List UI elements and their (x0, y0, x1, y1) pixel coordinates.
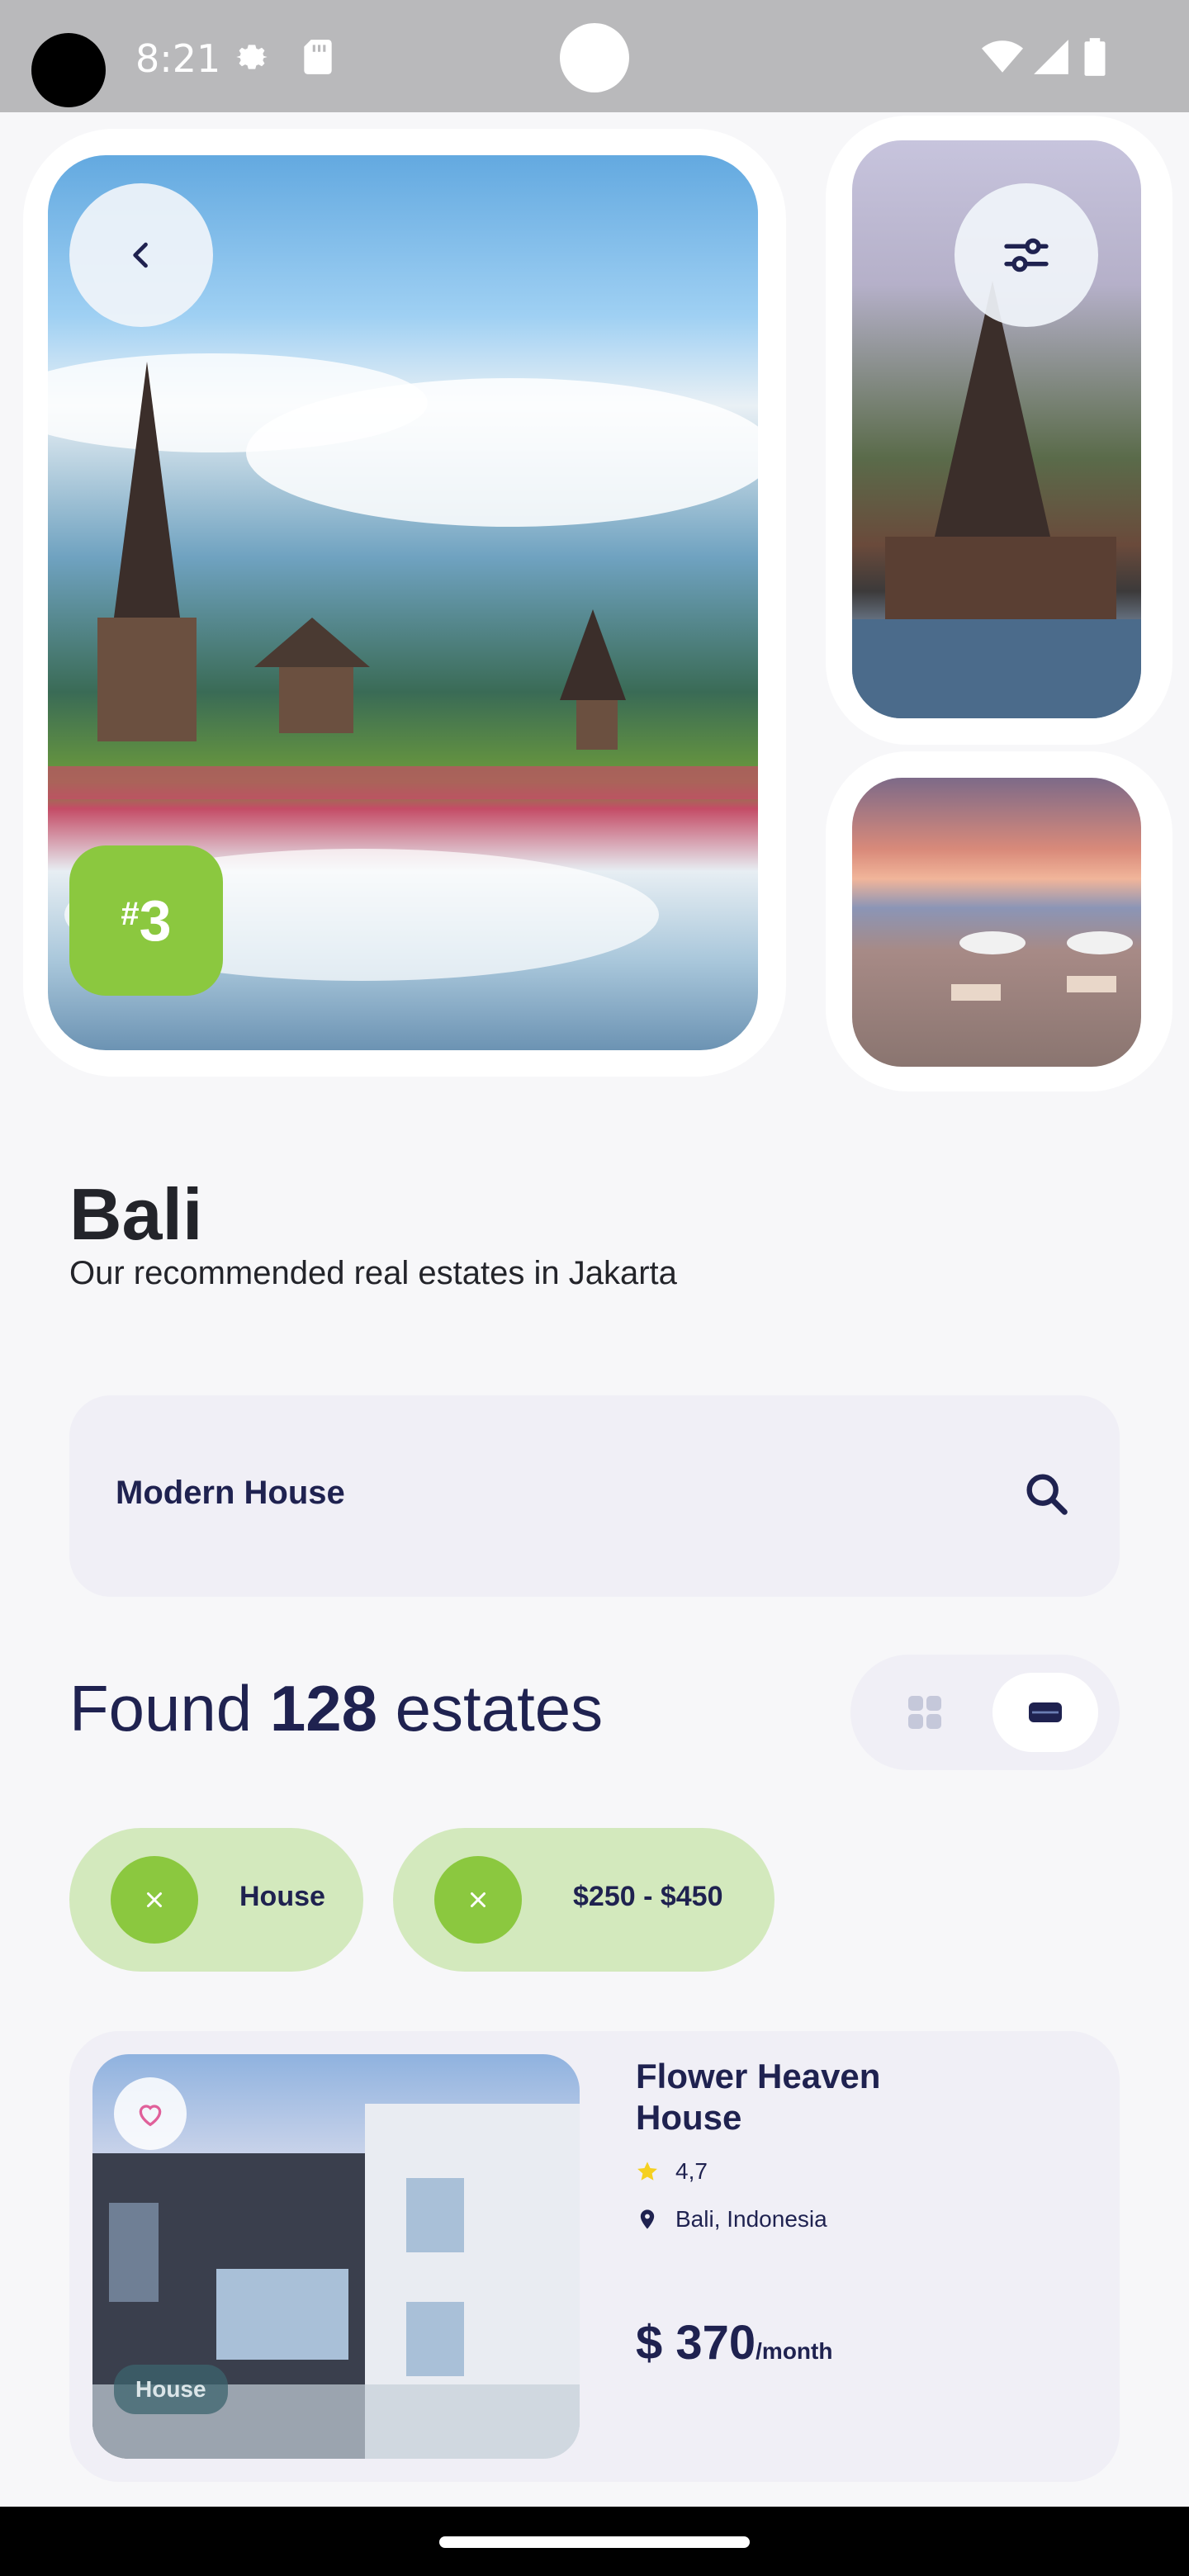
list-view-button[interactable] (992, 1673, 1098, 1752)
view-toggle (850, 1655, 1120, 1770)
location-text: Bali, Indonesia (675, 2206, 827, 2232)
listing-location: Bali, Indonesia (636, 2206, 827, 2233)
gear-icon (236, 45, 268, 69)
sd-card-icon (304, 40, 332, 74)
heart-icon (139, 2105, 162, 2127)
wifi-icon (982, 40, 1023, 73)
list-icon (1029, 1702, 1062, 1722)
results-prefix: Found (69, 1672, 270, 1745)
rank-badge: # 3 (69, 845, 223, 996)
status-bar: 8:21 (0, 0, 1189, 112)
star-icon (637, 2162, 657, 2181)
camera-cutout (31, 33, 106, 107)
navigation-bar (0, 2507, 1189, 2576)
status-time: 8:21 (135, 36, 221, 81)
filter-chip-price[interactable]: $250 - $450 (393, 1828, 775, 1972)
listing-photo: House (92, 2054, 580, 2459)
results-suffix: estates (377, 1672, 604, 1745)
page-title: Bali (69, 1173, 203, 1255)
side-photo-beach[interactable] (852, 778, 1141, 1067)
remove-filter-button[interactable] (434, 1856, 522, 1944)
search-input[interactable]: Modern House (69, 1395, 1120, 1597)
signal-icon (1034, 40, 1068, 74)
battery-icon (1084, 38, 1106, 76)
results-number: 128 (269, 1672, 377, 1745)
rating-value: 4,7 (675, 2158, 708, 2184)
home-gesture-handle[interactable] (439, 2536, 750, 2548)
filter-settings-button[interactable] (955, 183, 1098, 327)
close-icon (471, 1892, 486, 1907)
filter-chip-label: House (239, 1881, 325, 1912)
search-value: Modern House (116, 1475, 345, 1511)
results-count: Found 128 estates (69, 1671, 603, 1746)
location-pin-icon (640, 2209, 655, 2229)
search-icon[interactable] (1021, 1468, 1073, 1521)
grid-icon (908, 1696, 941, 1729)
listing-rating: 4,7 (636, 2158, 708, 2185)
front-camera (560, 23, 629, 92)
listing-title: Flower Heaven House (636, 2057, 881, 2137)
page-subtitle: Our recommended real estates in Jakarta (69, 1255, 677, 1291)
close-icon (147, 1892, 162, 1907)
grid-view-button[interactable] (892, 1679, 958, 1745)
back-button[interactable] (69, 183, 213, 327)
rank-hash: # (121, 895, 140, 932)
filter-chip-house[interactable]: House (69, 1828, 363, 1972)
property-type-tag: House (114, 2365, 228, 2414)
remove-filter-button[interactable] (111, 1856, 198, 1944)
listing-card[interactable]: House Flower Heaven House 4,7 Bali, Indo… (69, 2031, 1120, 2482)
rank-number: 3 (139, 888, 172, 953)
listing-price: $ 370/month (636, 2315, 832, 2370)
price-unit: /month (756, 2338, 833, 2364)
sliders-icon (1004, 238, 1049, 272)
favorite-button[interactable] (114, 2077, 187, 2150)
filter-chip-label: $250 - $450 (573, 1881, 723, 1912)
price-value: $ 370 (636, 2316, 756, 2370)
chevron-left-icon (133, 242, 148, 268)
